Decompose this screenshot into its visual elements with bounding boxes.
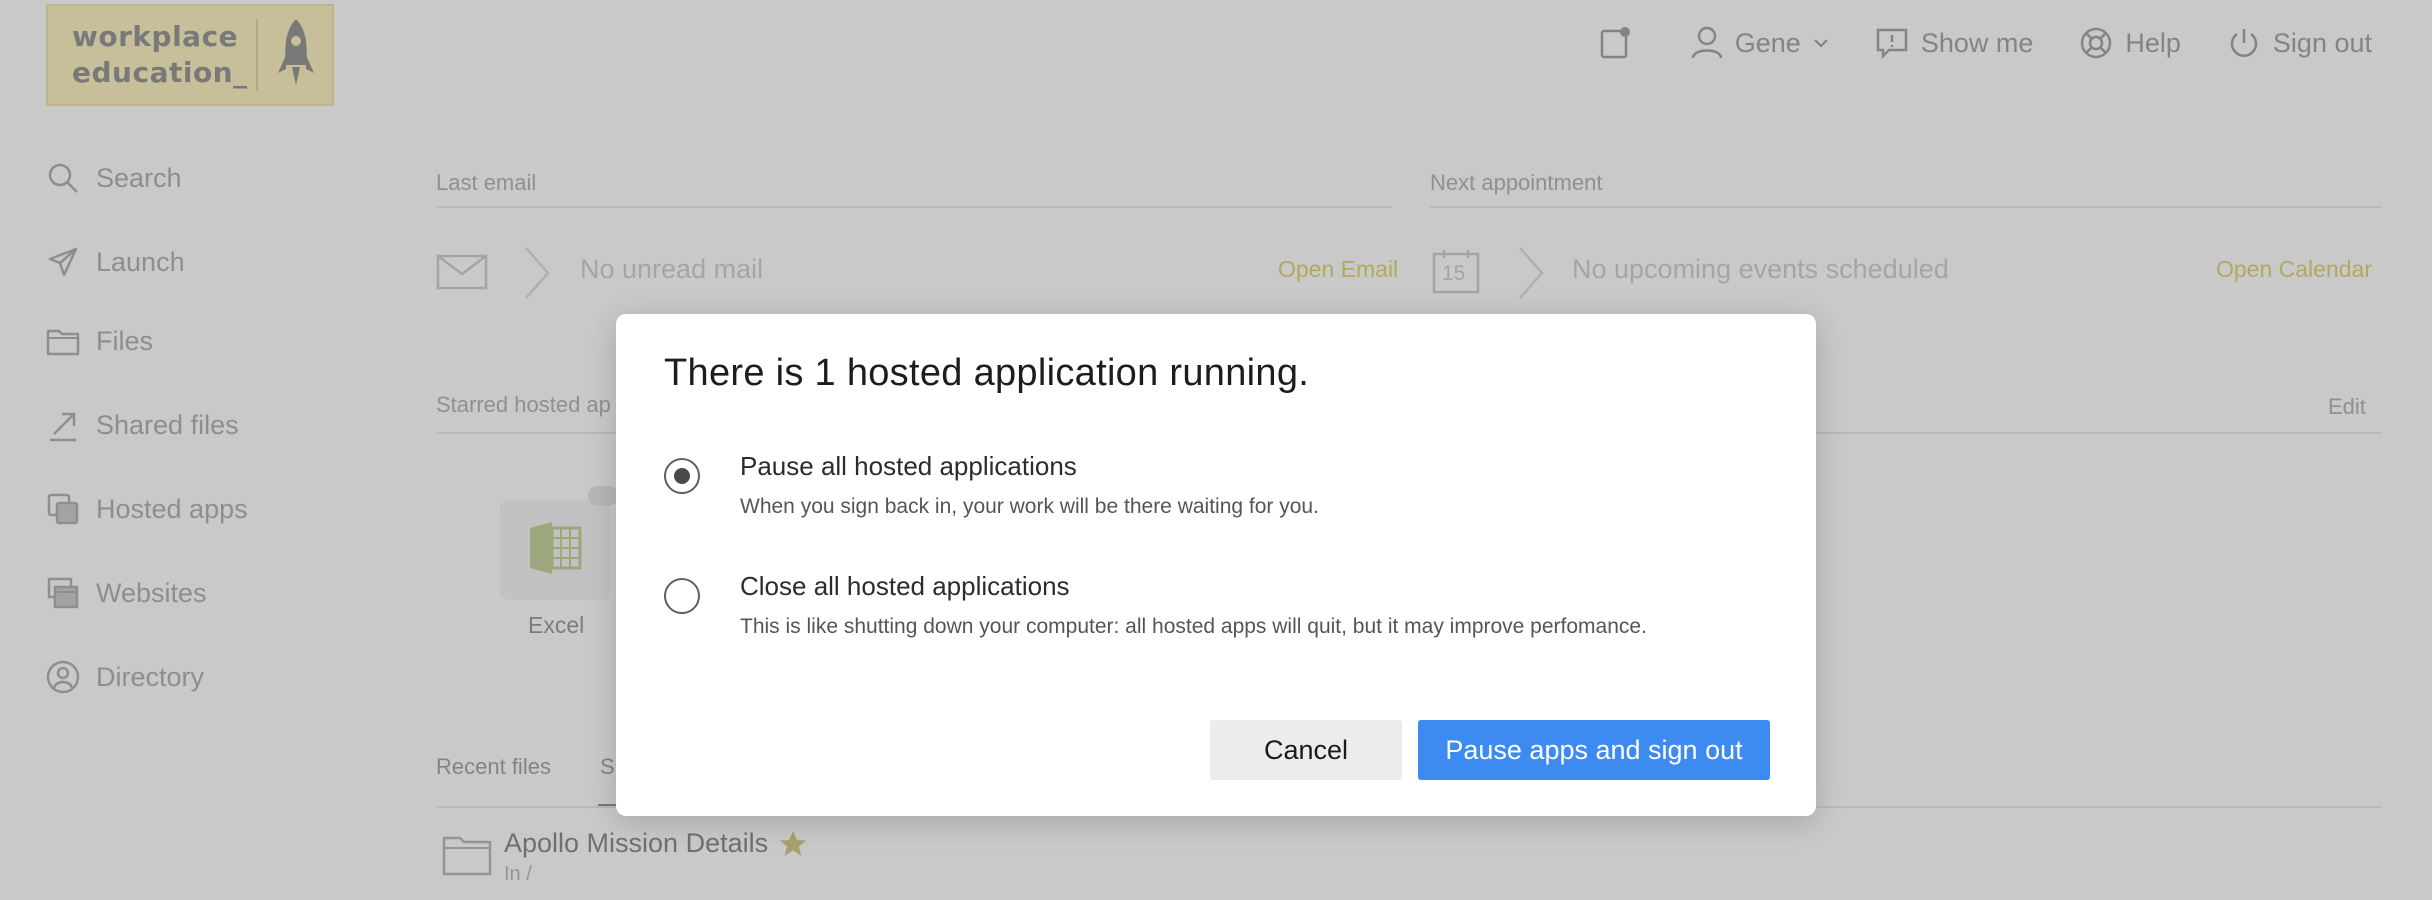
radio-selected-dot bbox=[674, 468, 690, 484]
option-close-label: Close all hosted applications bbox=[740, 571, 1070, 601]
option-close-description: This is like shutting down your computer… bbox=[740, 615, 1647, 638]
option-pause-description: When you sign back in, your work will be… bbox=[740, 495, 1319, 518]
option-pause-apps[interactable]: Pause all hosted applications When you s… bbox=[664, 450, 1319, 520]
cancel-button[interactable]: Cancel bbox=[1210, 720, 1402, 780]
option-close-apps[interactable]: Close all hosted applications This is li… bbox=[664, 570, 1647, 640]
option-close-text: Close all hosted applications This is li… bbox=[740, 570, 1647, 640]
sign-out-dialog: There is 1 hosted application running. P… bbox=[616, 314, 1816, 816]
pause-and-sign-out-button[interactable]: Pause apps and sign out bbox=[1418, 720, 1770, 780]
option-pause-text: Pause all hosted applications When you s… bbox=[740, 450, 1319, 520]
option-pause-label: Pause all hosted applications bbox=[740, 451, 1077, 481]
radio-pause-apps[interactable] bbox=[664, 458, 700, 494]
radio-close-apps[interactable] bbox=[664, 578, 700, 614]
dialog-title: There is 1 hosted application running. bbox=[664, 352, 1310, 394]
